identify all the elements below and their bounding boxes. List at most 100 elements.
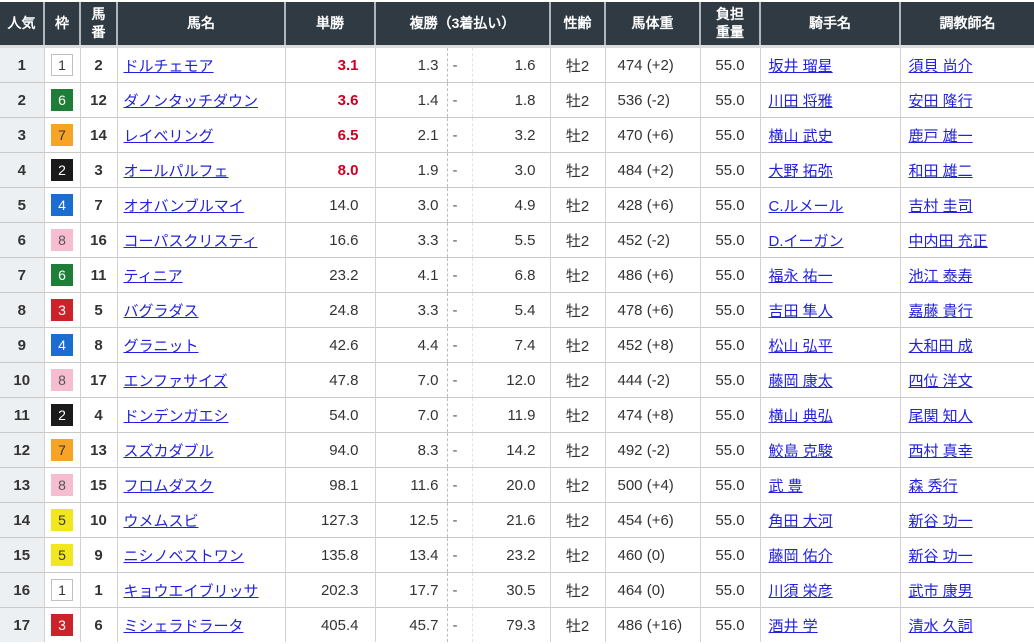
- horse-number: 7: [80, 188, 117, 223]
- jockey-name-link[interactable]: 横山 典弘: [769, 408, 833, 425]
- trainer-name-link[interactable]: 清水 久詞: [909, 618, 973, 635]
- jockey-name-link[interactable]: 吉田 隼人: [769, 303, 833, 320]
- trainer-name-link[interactable]: 和田 雄二: [909, 163, 973, 180]
- horse-name-cell: グラニット: [117, 328, 285, 363]
- horse-name-link[interactable]: フロムダスク: [124, 478, 214, 495]
- jockey-name-link[interactable]: 川田 将雅: [769, 93, 833, 110]
- trainer-name-link[interactable]: 安田 隆行: [909, 93, 973, 110]
- jockey-name-link[interactable]: 大野 拓弥: [769, 163, 833, 180]
- jockey-name-link[interactable]: 藤岡 康太: [769, 373, 833, 390]
- trainer-name-link[interactable]: 西村 真幸: [909, 443, 973, 460]
- jockey-name-link[interactable]: C.ルメール: [769, 198, 844, 215]
- jockey-cell: 鮫島 克駿: [760, 433, 900, 468]
- horse-name-link[interactable]: バグラダス: [124, 303, 199, 320]
- jockey-name-link[interactable]: 川須 栄彦: [769, 583, 833, 600]
- jockey-cell: 大野 拓弥: [760, 153, 900, 188]
- trainer-cell: 清水 久詞: [900, 608, 1034, 643]
- header-horse-weight: 馬体重: [605, 2, 700, 47]
- jockey-name-link[interactable]: 横山 武史: [769, 128, 833, 145]
- trainer-name-link[interactable]: 須貝 尚介: [909, 58, 973, 75]
- horse-name-link[interactable]: ドルチェモア: [124, 58, 214, 75]
- win-odds: 54.0: [285, 398, 375, 433]
- win-odds: 202.3: [285, 573, 375, 608]
- horse-name-link[interactable]: オオバンブルマイ: [124, 198, 244, 215]
- trainer-cell: 大和田 成: [900, 328, 1034, 363]
- place-odds-min: 8.3: [376, 433, 447, 467]
- trainer-name-link[interactable]: 森 秀行: [909, 478, 958, 495]
- jockey-cell: 川田 将雅: [760, 83, 900, 118]
- trainer-name-link[interactable]: 尾関 知人: [909, 408, 973, 425]
- jockey-name-link[interactable]: 鮫島 克駿: [769, 443, 833, 460]
- jockey-cell: 武 豊: [760, 468, 900, 503]
- horse-name-link[interactable]: ミシェラドラータ: [124, 618, 244, 635]
- table-row: 1 1 2 ドルチェモア 3.1 1.3 - 1.6 牡2 474 (+2) 5…: [0, 47, 1034, 83]
- trainer-name-link[interactable]: 大和田 成: [909, 338, 973, 355]
- frame-number-badge: 1: [51, 579, 73, 601]
- horse-name-link[interactable]: キョウエイブリッサ: [124, 583, 259, 600]
- frame-cell: 6: [44, 83, 80, 118]
- place-odds-min: 4.1: [376, 258, 447, 292]
- horse-number: 14: [80, 118, 117, 153]
- jockey-name-link[interactable]: 藤岡 佑介: [769, 548, 833, 565]
- place-odds-max: 23.2: [473, 538, 550, 572]
- horse-name-link[interactable]: ウメムスビ: [124, 513, 199, 530]
- jockey-name-link[interactable]: 武 豊: [769, 478, 803, 495]
- jockey-cell: 酒井 学: [760, 608, 900, 643]
- trainer-name-link[interactable]: 中内田 充正: [909, 233, 988, 250]
- trainer-cell: 尾関 知人: [900, 398, 1034, 433]
- trainer-name-link[interactable]: 武市 康男: [909, 583, 973, 600]
- table-row: 5 4 7 オオバンブルマイ 14.0 3.0 - 4.9 牡2 428 (+6…: [0, 188, 1034, 223]
- popularity-rank: 15: [0, 538, 44, 573]
- header-popularity: 人気: [0, 2, 44, 47]
- frame-cell: 3: [44, 608, 80, 643]
- place-odds-separator: -: [447, 83, 473, 117]
- horse-number: 17: [80, 363, 117, 398]
- horse-name-link[interactable]: エンファサイズ: [124, 373, 228, 390]
- horse-name-link[interactable]: レイベリング: [124, 128, 214, 145]
- table-header: 人気 枠 馬番 馬名 単勝 複勝（3着払い） 性齢 馬体重 負担重量 騎手名 調…: [0, 2, 1034, 47]
- frame-number-badge: 3: [51, 299, 73, 321]
- jockey-name-link[interactable]: 松山 弘平: [769, 338, 833, 355]
- odds-table: 人気 枠 馬番 馬名 単勝 複勝（3着払い） 性齢 馬体重 負担重量 騎手名 調…: [0, 2, 1034, 642]
- jockey-name-link[interactable]: 坂井 瑠星: [769, 58, 833, 75]
- trainer-cell: 鹿戸 雄一: [900, 118, 1034, 153]
- horse-number: 2: [80, 47, 117, 83]
- horse-name-link[interactable]: ドンデンガエシ: [124, 408, 229, 425]
- jockey-name-link[interactable]: D.イーガン: [769, 233, 844, 250]
- trainer-name-link[interactable]: 吉村 圭司: [909, 198, 973, 215]
- horse-name-link[interactable]: ダノンタッチダウン: [124, 93, 259, 110]
- frame-cell: 2: [44, 153, 80, 188]
- carried-weight: 55.0: [700, 83, 760, 118]
- trainer-name-link[interactable]: 嘉藤 貴行: [909, 303, 973, 320]
- place-odds: 7.0 - 12.0: [375, 363, 550, 398]
- horse-number: 6: [80, 608, 117, 643]
- sex-age: 牡2: [550, 293, 605, 328]
- jockey-cell: D.イーガン: [760, 223, 900, 258]
- horse-name-link[interactable]: コーパスクリスティ: [124, 233, 258, 250]
- win-odds: 94.0: [285, 433, 375, 468]
- horse-name-link[interactable]: グラニット: [124, 338, 199, 355]
- frame-cell: 6: [44, 258, 80, 293]
- trainer-name-link[interactable]: 新谷 功一: [909, 548, 973, 565]
- sex-age: 牡2: [550, 573, 605, 608]
- trainer-name-link[interactable]: 新谷 功一: [909, 513, 973, 530]
- carried-weight: 55.0: [700, 153, 760, 188]
- frame-number-badge: 8: [51, 474, 73, 496]
- place-odds-min: 12.5: [376, 503, 447, 537]
- header-jockey: 騎手名: [760, 2, 900, 47]
- jockey-name-link[interactable]: 酒井 学: [769, 618, 818, 635]
- trainer-name-link[interactable]: 四位 洋文: [909, 373, 973, 390]
- place-odds: 2.1 - 3.2: [375, 118, 550, 153]
- horse-name-link[interactable]: ティニア: [124, 268, 183, 285]
- header-horse-name: 馬名: [117, 2, 285, 47]
- horse-name-link[interactable]: オールパルフェ: [124, 163, 229, 180]
- place-odds-range: 4.1 - 6.8: [376, 258, 550, 292]
- jockey-name-link[interactable]: 角田 大河: [769, 513, 833, 530]
- jockey-name-link[interactable]: 福永 祐一: [769, 268, 833, 285]
- trainer-name-link[interactable]: 池江 泰寿: [909, 268, 973, 285]
- popularity-rank: 1: [0, 47, 44, 83]
- frame-cell: 3: [44, 293, 80, 328]
- horse-name-link[interactable]: スズカダブル: [124, 443, 214, 460]
- trainer-name-link[interactable]: 鹿戸 雄一: [909, 128, 973, 145]
- horse-name-link[interactable]: ニシノベストワン: [124, 548, 244, 565]
